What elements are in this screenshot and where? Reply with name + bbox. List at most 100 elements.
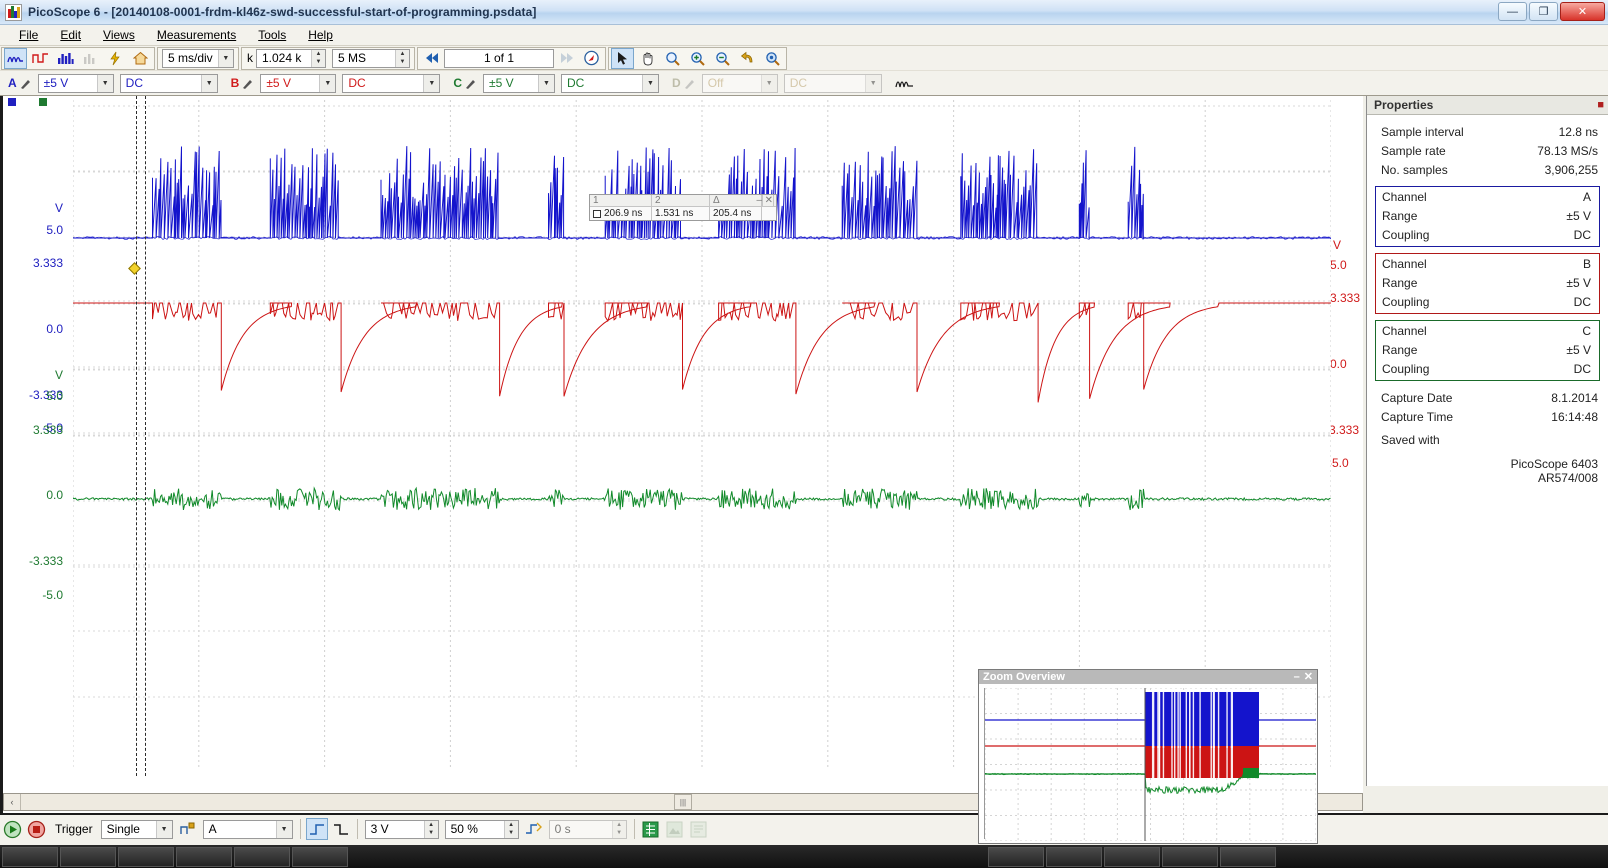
zoom-overview-titlebar[interactable]: Zoom Overview – ✕: [979, 670, 1317, 684]
properties-close-icon[interactable]: ■: [1597, 99, 1604, 111]
ruler-close-icon[interactable]: ✕: [762, 195, 774, 206]
time-ruler-1[interactable]: [136, 96, 137, 776]
zoom-overview-minimize-icon[interactable]: –: [1294, 670, 1300, 684]
channel-c-offset-marker[interactable]: [39, 98, 47, 106]
scroll-left-button[interactable]: ‹: [4, 794, 21, 810]
channel-c-range-select[interactable]: ±5 V ▼: [483, 73, 556, 93]
menu-edit[interactable]: Edit: [49, 26, 92, 44]
channel-a-offset-marker[interactable]: [8, 98, 16, 106]
spectrum-view-icon[interactable]: [29, 48, 52, 69]
zoom-overview-close-icon[interactable]: ✕: [1304, 670, 1313, 684]
channel-b-range-select[interactable]: ±5 V ▼: [260, 73, 337, 93]
samples-collect-stepper[interactable]: 1.024 k ▲ ▼: [256, 48, 326, 68]
home-icon[interactable]: [129, 48, 152, 69]
chevron-down-icon-b2[interactable]: ▼: [423, 74, 440, 92]
timebase-select[interactable]: 5 ms/div ▼: [162, 48, 234, 68]
channel-a-range-select[interactable]: ±5 V ▼: [37, 73, 114, 93]
spinner-arrows-icon-2[interactable]: ▲ ▼: [395, 49, 409, 67]
chevron-down-icon-a1[interactable]: ▼: [96, 74, 113, 92]
next-buffer-icon[interactable]: [555, 48, 578, 69]
chevron-down-icon-c2[interactable]: ▼: [642, 74, 659, 92]
zoom-overview-plot[interactable]: [984, 688, 1316, 841]
view-mode-group: [1, 46, 155, 70]
trigger-mode-select[interactable]: Single ▼: [100, 819, 173, 839]
taskbar-item[interactable]: [60, 846, 116, 867]
persistence-view-icon[interactable]: [79, 48, 102, 69]
channel-a-coupling-value: DC: [125, 76, 144, 90]
chevron-down-icon-b1[interactable]: ▼: [319, 74, 336, 92]
export-spreadsheet-icon[interactable]: [640, 818, 662, 840]
chevron-down-icon-d2[interactable]: ▼: [864, 74, 881, 92]
probe-icon-a[interactable]: [19, 75, 33, 91]
auto-setup-icon[interactable]: [104, 48, 127, 69]
trigger-falling-edge-icon[interactable]: [330, 818, 352, 840]
spinner-arrows-icon[interactable]: ▲ ▼: [311, 49, 325, 67]
taskbar-item[interactable]: [2, 846, 58, 867]
scope-view-icon[interactable]: [4, 47, 27, 69]
probe-icon-d[interactable]: [683, 75, 697, 91]
taskbar-item[interactable]: [1162, 846, 1218, 867]
menu-views[interactable]: Views: [92, 26, 146, 44]
previous-buffer-icon[interactable]: [420, 48, 443, 69]
time-ruler-2[interactable]: [145, 96, 146, 776]
chevron-down-icon-trigsrc[interactable]: ▼: [275, 820, 292, 838]
probe-icon-c[interactable]: [464, 75, 478, 91]
probe-icon-b[interactable]: [241, 75, 255, 91]
trigger-advanced-icon[interactable]: [177, 818, 199, 840]
hand-pan-icon[interactable]: [636, 48, 659, 69]
channel-a-coupling-select[interactable]: DC ▼: [119, 73, 218, 93]
taskbar-item[interactable]: [234, 846, 290, 867]
scrollbar-thumb[interactable]: |||: [674, 794, 692, 810]
taskbar-item[interactable]: [1046, 846, 1102, 867]
close-button[interactable]: ✕: [1560, 2, 1605, 21]
chevron-down-icon-trigmode[interactable]: ▼: [155, 820, 172, 838]
chevron-down-icon-a2[interactable]: ▼: [200, 74, 217, 92]
taskbar-item[interactable]: [292, 846, 348, 867]
menu-file[interactable]: File: [8, 26, 49, 44]
trigger-rising-edge-icon[interactable]: [305, 818, 328, 840]
taskbar-item[interactable]: [988, 846, 1044, 867]
chevron-down-icon-c1[interactable]: ▼: [538, 74, 555, 92]
buffer-size-stepper[interactable]: 5 MS ▲ ▼: [332, 48, 410, 68]
menu-measurements[interactable]: Measurements: [146, 26, 247, 44]
undo-zoom-icon[interactable]: [736, 48, 759, 69]
export-image-icon[interactable]: [664, 818, 686, 840]
trigger-delay-stepper[interactable]: 0 s ▲ ▼: [548, 819, 627, 839]
zoom-out-icon[interactable]: [711, 48, 734, 69]
trigger-threshold-stepper[interactable]: 3 V ▲ ▼: [364, 819, 439, 839]
menu-help[interactable]: Help: [297, 26, 344, 44]
menu-tools[interactable]: Tools: [247, 26, 297, 44]
spinner-arrows-icon-thr[interactable]: ▲ ▼: [423, 820, 438, 838]
spinner-arrows-icon-delay[interactable]: ▲ ▼: [611, 820, 626, 838]
ruler-checkbox[interactable]: [593, 209, 601, 218]
channel-d-coupling-select[interactable]: DC ▼: [783, 73, 882, 93]
taskbar-item[interactable]: [1104, 846, 1160, 867]
advanced-options-icon[interactable]: [893, 73, 916, 94]
histogram-view-icon[interactable]: [54, 48, 77, 69]
channel-c-coupling-select[interactable]: DC ▼: [561, 73, 660, 93]
ruler-legend[interactable]: 1 2 Δ – ✕ 206.9 ns 1.531 ns 205.4 ns: [589, 194, 777, 221]
stop-capture-icon[interactable]: [25, 818, 47, 840]
trigger-percent-stepper[interactable]: 50 % ▲ ▼: [444, 819, 519, 839]
zoom-overview-window[interactable]: Zoom Overview – ✕: [978, 669, 1318, 844]
export-notes-icon[interactable]: [688, 818, 710, 840]
trigger-source-select[interactable]: A ▼: [202, 819, 293, 839]
minimize-button[interactable]: —: [1498, 2, 1527, 21]
buffer-navigator-icon[interactable]: [580, 48, 603, 69]
channel-d-range-select[interactable]: Off ▼: [701, 73, 778, 93]
taskbar-item[interactable]: [1220, 846, 1276, 867]
taskbar-item[interactable]: [118, 846, 174, 867]
select-pointer-icon[interactable]: [611, 47, 634, 69]
trigger-delay-icon[interactable]: [523, 818, 545, 840]
zoom-in-icon[interactable]: [686, 48, 709, 69]
maximize-button[interactable]: ❐: [1529, 2, 1558, 21]
zoom-reset-icon[interactable]: [761, 48, 784, 69]
chevron-down-icon-d1[interactable]: ▼: [760, 74, 777, 92]
zoom-window-icon[interactable]: [661, 48, 684, 69]
channel-b-coupling-select[interactable]: DC ▼: [342, 73, 441, 93]
start-capture-icon[interactable]: [1, 818, 23, 840]
chevron-down-icon[interactable]: ▼: [217, 49, 233, 67]
scope-view[interactable]: V 5.0 3.333 0.0 -3.333 -5.0 V 5.0 3.333 …: [0, 96, 1363, 865]
spinner-arrows-icon-pct[interactable]: ▲ ▼: [503, 820, 518, 838]
taskbar-item[interactable]: [176, 846, 232, 867]
